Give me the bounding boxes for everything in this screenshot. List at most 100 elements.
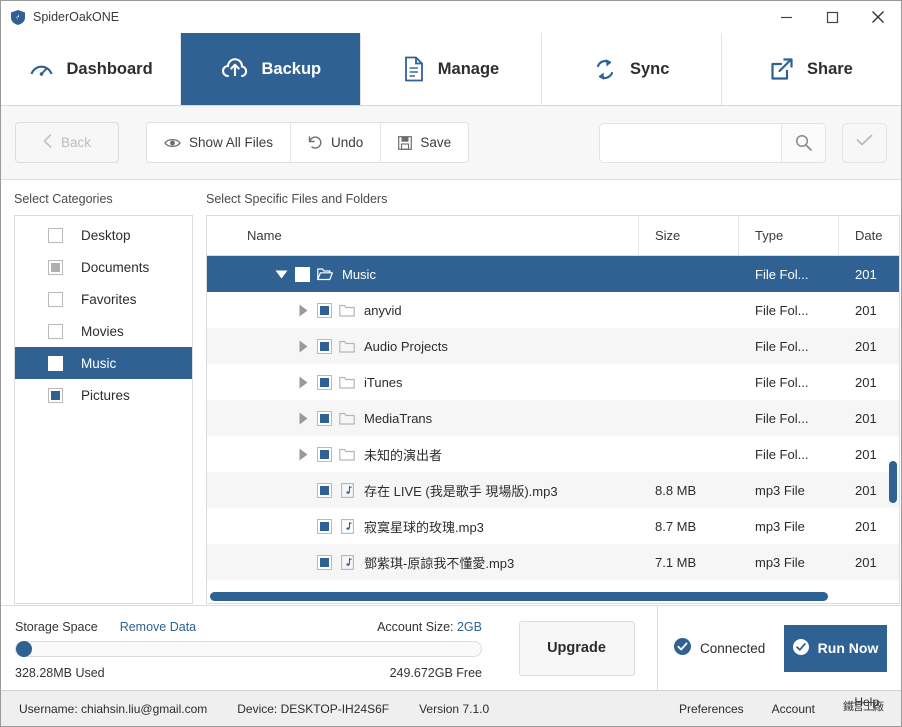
vertical-scrollbar-thumb[interactable]: [889, 461, 897, 503]
back-label: Back: [60, 135, 91, 150]
show-all-files-label: Show All Files: [189, 135, 274, 150]
tab-share[interactable]: Share: [722, 33, 901, 105]
category-item-desktop[interactable]: Desktop: [15, 219, 192, 251]
application-window: SpiderOakONE Dashboard Backup Manage Syn…: [0, 0, 902, 727]
table-row[interactable]: Music File Fol... 201: [207, 256, 899, 292]
chevron-right-icon[interactable]: [289, 412, 317, 425]
category-item-pictures[interactable]: Pictures: [15, 379, 192, 411]
categories-pane: Select Categories Desktop Documents Favo…: [1, 180, 206, 605]
floppy-disk-icon: [398, 135, 413, 150]
file-name: anyvid: [364, 302, 402, 318]
vertical-scrollbar[interactable]: [888, 257, 898, 603]
table-row[interactable]: Audio Projects File Fol... 201: [207, 328, 899, 364]
preferences-link[interactable]: Preferences: [679, 702, 744, 716]
category-checkbox[interactable]: [48, 291, 63, 307]
horizontal-scrollbar-thumb[interactable]: [210, 592, 828, 601]
gauge-icon: [29, 57, 54, 82]
files-label: Select Specific Files and Folders: [206, 192, 388, 206]
row-checkbox[interactable]: [317, 482, 332, 498]
row-checkbox[interactable]: [317, 338, 332, 354]
file-size-cell: 7.1 MB: [655, 554, 697, 570]
category-item-documents[interactable]: Documents: [15, 251, 192, 283]
row-checkbox[interactable]: [317, 302, 332, 318]
file-name-cell: 寂寞星球的玫瑰.mp3: [207, 517, 639, 536]
search-input[interactable]: [600, 123, 781, 162]
account-size-label: Account Size:: [377, 620, 457, 634]
table-row[interactable]: 存在 LIVE (我是歌手 現場版).mp3 8.8 MB mp3 File 2…: [207, 472, 899, 508]
close-icon[interactable]: [855, 1, 901, 33]
row-checkbox[interactable]: [317, 410, 332, 426]
file-name: 寂寞星球的玫瑰.mp3: [364, 519, 484, 535]
back-button[interactable]: Back: [15, 122, 119, 163]
category-checkbox[interactable]: [48, 323, 63, 339]
main-content: Select Categories Desktop Documents Favo…: [1, 180, 901, 605]
run-now-button[interactable]: Run Now: [784, 624, 887, 672]
storage-used-label: 328.28MB Used: [15, 666, 105, 680]
footer-username: Username: chiahsin.liu@gmail.com: [19, 701, 208, 716]
categories-label: Select Categories: [14, 192, 113, 206]
table-row[interactable]: iTunes File Fol... 201: [207, 364, 899, 400]
category-item-movies[interactable]: Movies: [15, 315, 192, 347]
table-row[interactable]: 未知的演出者 File Fol... 201: [207, 436, 899, 472]
file-name-cell: iTunes: [207, 374, 639, 390]
category-label: Favorites: [81, 291, 137, 307]
row-checkbox[interactable]: [317, 446, 332, 462]
category-checkbox[interactable]: [48, 259, 63, 275]
external-link-icon: [770, 57, 794, 81]
horizontal-scrollbar[interactable]: [208, 591, 828, 602]
tab-label: Backup: [261, 59, 322, 78]
row-checkbox[interactable]: [317, 554, 332, 570]
undo-button[interactable]: Undo: [291, 123, 382, 162]
chevron-right-icon[interactable]: [289, 304, 317, 317]
table-row[interactable]: 寂寞星球的玫瑰.mp3 8.7 MB mp3 File 201: [207, 508, 899, 544]
minimize-icon[interactable]: [763, 1, 809, 33]
upgrade-button[interactable]: Upgrade: [518, 620, 635, 676]
chevron-right-icon[interactable]: [289, 376, 317, 389]
row-checkbox[interactable]: [317, 374, 332, 390]
column-header-size[interactable]: Size: [639, 216, 739, 255]
column-header-name[interactable]: Name: [207, 216, 639, 255]
save-button[interactable]: Save: [381, 123, 469, 162]
column-header-type[interactable]: Type: [739, 216, 839, 255]
tab-manage[interactable]: Manage: [361, 33, 542, 105]
category-label: Desktop: [81, 227, 131, 243]
watermark-text: 鐵言工廠: [843, 700, 884, 713]
tab-backup[interactable]: Backup: [181, 33, 362, 105]
file-size-cell: 8.8 MB: [655, 482, 697, 498]
document-icon: [403, 56, 425, 82]
shield-icon: [11, 9, 25, 25]
file-type-cell: File Fol...: [755, 374, 809, 390]
file-type-cell: mp3 File: [755, 554, 805, 570]
chevron-right-icon[interactable]: [289, 448, 317, 461]
maximize-icon[interactable]: [809, 1, 855, 33]
tab-dashboard[interactable]: Dashboard: [1, 33, 182, 105]
category-checkbox[interactable]: [48, 355, 63, 371]
show-all-files-button[interactable]: Show All Files: [147, 123, 292, 162]
row-checkbox[interactable]: [295, 266, 310, 282]
confirm-button[interactable]: [842, 122, 887, 163]
tab-sync[interactable]: Sync: [542, 33, 722, 105]
search-icon[interactable]: [781, 123, 825, 162]
footer-version: Version 7.1.0: [419, 701, 490, 716]
storage-free-label: 249.672GB Free: [389, 666, 482, 680]
category-checkbox[interactable]: [48, 387, 63, 403]
chevron-down-icon[interactable]: [267, 270, 295, 279]
table-row[interactable]: 鄧紫琪-原諒我不懂愛.mp3 7.1 MB mp3 File 201: [207, 544, 899, 580]
chevron-right-icon[interactable]: [289, 340, 317, 353]
row-checkbox[interactable]: [317, 518, 332, 534]
category-checkbox[interactable]: [48, 227, 63, 243]
file-name: MediaTrans: [364, 410, 433, 426]
column-header-date[interactable]: Date: [839, 216, 899, 255]
check-circle-icon: [674, 638, 691, 658]
search-box: [599, 122, 826, 163]
category-item-music[interactable]: Music: [15, 347, 192, 379]
table-row[interactable]: MediaTrans File Fol... 201: [207, 400, 899, 436]
title-bar: SpiderOakONE: [1, 1, 901, 33]
category-item-favorites[interactable]: Favorites: [15, 283, 192, 315]
table-row[interactable]: anyvid File Fol... 201: [207, 292, 899, 328]
file-type-cell: mp3 File: [755, 482, 805, 498]
remove-data-link[interactable]: Remove Data: [120, 620, 196, 634]
check-circle-icon: [792, 638, 809, 658]
account-link[interactable]: Account: [772, 702, 815, 716]
footer-device: Device: DESKTOP-IH24S6F: [237, 701, 390, 716]
